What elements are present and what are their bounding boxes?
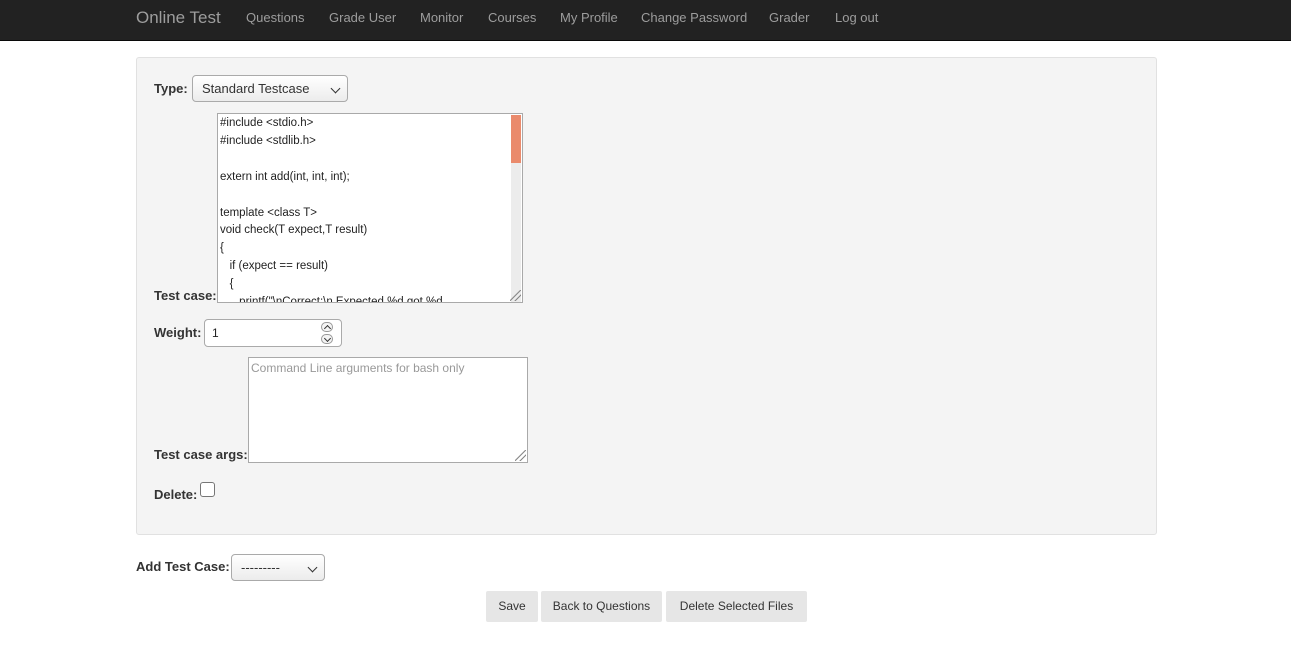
weight-input[interactable]: 1 xyxy=(204,319,342,347)
code-line: #include <stdio.h> xyxy=(220,117,314,129)
save-button[interactable]: Save xyxy=(486,591,538,622)
spin-down-icon[interactable] xyxy=(321,334,333,344)
top-navbar: Online Test Questions Grade User Monitor… xyxy=(0,0,1291,41)
spin-up-icon[interactable] xyxy=(321,322,333,332)
nav-my-profile[interactable]: My Profile xyxy=(560,10,618,25)
code-line: { xyxy=(220,278,234,290)
nav-grader[interactable]: Grader xyxy=(769,10,809,25)
test-case-args-textarea[interactable]: Command Line arguments for bash only xyxy=(248,357,528,463)
args-placeholder: Command Line arguments for bash only xyxy=(251,361,465,375)
weight-label: Weight: xyxy=(154,325,202,340)
nav-questions[interactable]: Questions xyxy=(246,10,305,25)
nav-change-password[interactable]: Change Password xyxy=(641,10,747,25)
nav-courses[interactable]: Courses xyxy=(488,10,536,25)
type-label: Type: xyxy=(154,81,188,96)
resize-handle-icon[interactable] xyxy=(515,450,526,461)
code-line: void check(T expect,T result) xyxy=(220,224,368,236)
delete-checkbox[interactable] xyxy=(200,482,215,497)
brand-link[interactable]: Online Test xyxy=(136,8,221,28)
nav-log-out[interactable]: Log out xyxy=(835,10,878,25)
code-line: if (expect == result) xyxy=(220,260,329,272)
test-case-code-textarea[interactable]: #include <stdio.h> #include <stdlib.h> e… xyxy=(217,113,523,303)
nav-grade-user[interactable]: Grade User xyxy=(329,10,396,25)
add-test-case-label: Add Test Case: xyxy=(136,559,230,574)
delete-label: Delete: xyxy=(154,487,198,502)
code-scrollbar[interactable] xyxy=(511,115,521,302)
code-scrollbar-thumb[interactable] xyxy=(511,115,521,163)
code-line: { xyxy=(220,242,224,254)
add-test-case-select[interactable]: --------- xyxy=(231,554,325,581)
add-test-case-value: --------- xyxy=(241,560,280,575)
code-line: #include <stdlib.h> xyxy=(220,135,316,147)
code-line: printf("\nCorrect:\n Expected %d got %d xyxy=(220,296,443,303)
resize-handle-icon[interactable] xyxy=(510,290,521,301)
chevron-down-icon xyxy=(307,562,318,573)
type-select-value: Standard Testcase xyxy=(202,81,310,96)
chevron-down-icon xyxy=(330,83,341,94)
code-line: template <class T> xyxy=(220,207,317,219)
test-case-label: Test case: xyxy=(154,288,217,303)
weight-value: 1 xyxy=(212,326,219,340)
test-case-args-label: Test case args: xyxy=(154,447,248,462)
type-select[interactable]: Standard Testcase xyxy=(192,75,348,102)
back-to-questions-button[interactable]: Back to Questions xyxy=(541,591,662,622)
code-line: extern int add(int, int, int); xyxy=(220,171,350,183)
delete-selected-files-button[interactable]: Delete Selected Files xyxy=(666,591,807,622)
nav-monitor[interactable]: Monitor xyxy=(420,10,463,25)
